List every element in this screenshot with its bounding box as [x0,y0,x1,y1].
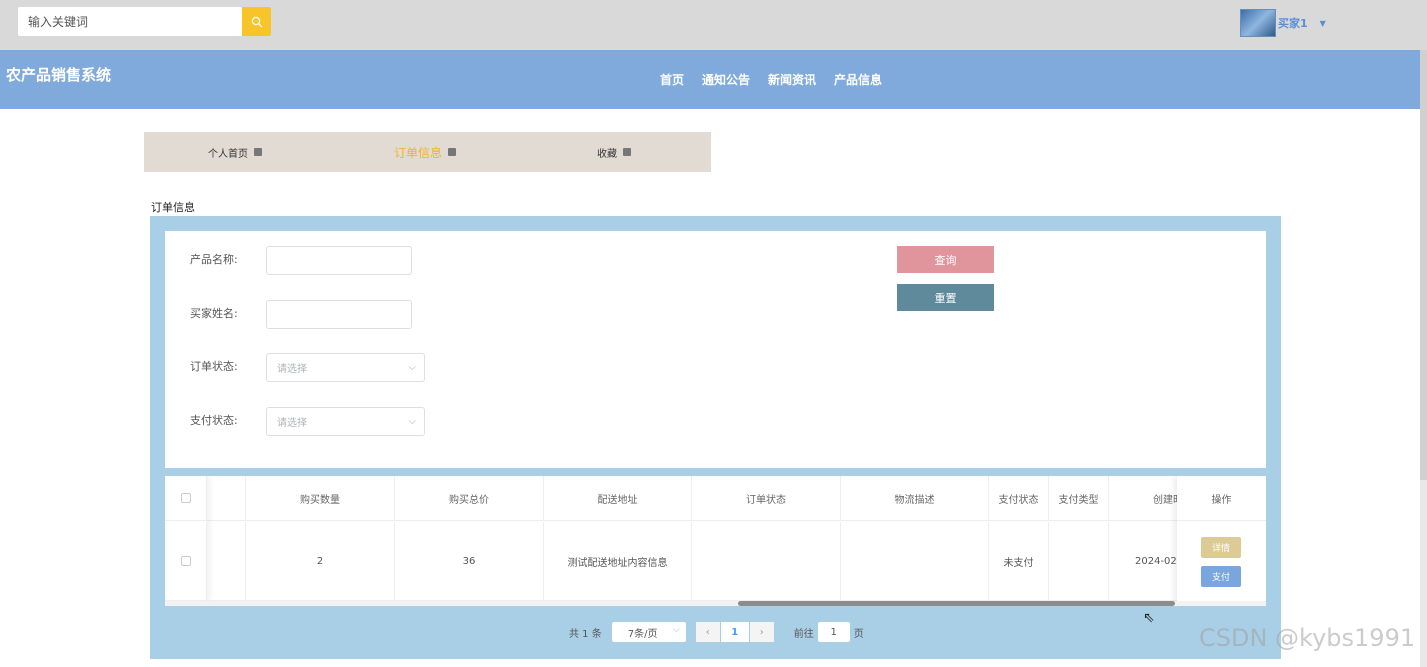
page-size-value: 7条/页 [627,628,658,640]
order-status-cell [692,522,841,601]
home-icon [448,148,457,156]
username: 买家1 [1278,17,1308,30]
tab-label: 收藏 [597,148,617,160]
column-header: 购买数量 [246,476,395,521]
page-scrollbar[interactable] [1420,50,1427,667]
site-title: 农产品销售系统 [6,66,112,84]
logistics-cell [841,522,989,601]
quantity-cell: 2 [246,522,395,601]
column-header: 订单状态 [692,476,841,521]
chevron-right-icon: › [759,626,764,638]
nav-link-home[interactable]: 首页 [660,71,684,88]
product-name-input[interactable] [266,246,412,275]
column-header: 购买总价 [395,476,544,521]
total-price-cell: 36 [395,522,544,601]
mouse-cursor-icon: ⇖ [1143,610,1155,626]
search-input[interactable] [18,7,242,36]
column-header: 支付状态 [989,476,1049,521]
buyer-name-input[interactable] [266,300,412,329]
tab-profile[interactable]: 个人首页 [208,132,262,172]
prev-page-button[interactable]: ‹ [695,622,720,642]
page-title: 订单信息 [151,201,195,214]
address-cell: 测试配送地址内容信息 [544,522,692,601]
next-page-button[interactable]: › [749,622,774,642]
home-icon [254,148,262,156]
select-placeholder: 请选择 [277,418,307,429]
column-header: 物流描述 [841,476,989,521]
main-navbar: 农产品销售系统 首页 通知公告 新闻资讯 产品信息 [0,50,1427,109]
pay-status-cell: 未支付 [989,522,1049,601]
row-select-cell [165,522,207,601]
goto-page-input[interactable]: 1 [817,622,850,642]
select-all-checkbox[interactable] [180,493,191,503]
goto-label: 前往 [793,628,814,640]
column-header: 操作 [1177,476,1266,521]
nav-link-products[interactable]: 产品信息 [834,71,882,88]
total-count: 共 1 条 [569,628,602,640]
tab-orders[interactable]: 订单信息 [394,132,457,172]
row-checkbox[interactable] [180,556,191,566]
chevron-down-icon: ⌵ [408,362,416,373]
detail-button[interactable]: 详情 [1201,537,1241,558]
actions-column: 操作 详情 支付 [1177,476,1266,606]
table-scrollbar-thumb[interactable] [738,601,1175,606]
search-button[interactable] [242,7,271,36]
nav-link-notices[interactable]: 通知公告 [702,71,750,88]
reset-button[interactable]: 重置 [897,284,994,311]
query-button[interactable]: 查询 [897,246,994,273]
nav-link-news[interactable]: 新闻资讯 [768,71,816,88]
table-header-cell [207,476,246,521]
home-icon [623,148,631,156]
avatar [1240,9,1276,37]
page-size-select[interactable]: 7条/页 ⌵ [611,622,686,642]
tab-label: 个人首页 [208,148,248,160]
user-menu[interactable]: 买家1 ▼ [1240,9,1326,37]
tab-favorites[interactable]: 收藏 [597,132,631,172]
page-number[interactable]: 1 [720,622,749,642]
page-suffix: 页 [853,628,864,640]
pay-status-label: 支付状态: [190,414,238,427]
nav-links: 首页 通知公告 新闻资讯 产品信息 [660,71,882,88]
chevron-left-icon: ‹ [705,626,710,638]
pay-status-select[interactable]: 请选择 ⌵ [266,407,425,436]
column-header: 配送地址 [544,476,692,521]
pay-type-cell [1049,522,1109,601]
product-name-label: 产品名称: [190,253,238,266]
search-icon [251,16,262,27]
watermark: CSDN @kybs1991 [1199,624,1416,652]
user-center-tabs: 个人首页 订单信息 收藏 [144,132,711,172]
order-status-label: 订单状态: [190,360,238,373]
table-horizontal-scrollbar[interactable] [165,601,1266,606]
chevron-down-icon: ▼ [1319,18,1326,28]
top-bar: 买家1 ▼ [0,0,1427,50]
chevron-down-icon: ⌵ [408,416,416,427]
tab-label: 订单信息 [394,145,443,160]
page-scrollbar-thumb[interactable] [1420,50,1427,480]
column-header: 支付类型 [1049,476,1109,521]
table-cell [207,522,246,601]
order-status-select[interactable]: 请选择 ⌵ [266,353,425,382]
chevron-down-icon: ⌵ [672,625,680,635]
orders-table: 购买数量 购买总价 配送地址 订单状态 物流描述 支付状态 支付类型 创建时 2… [165,476,1266,606]
buyer-name-label: 买家姓名: [190,307,238,320]
pagination: 共 1 条 7条/页 ⌵ ‹ 1 › 前往 1 页 [569,622,864,642]
select-all-cell [165,476,207,521]
pay-button[interactable]: 支付 [1201,566,1241,587]
select-placeholder: 请选择 [277,364,307,375]
